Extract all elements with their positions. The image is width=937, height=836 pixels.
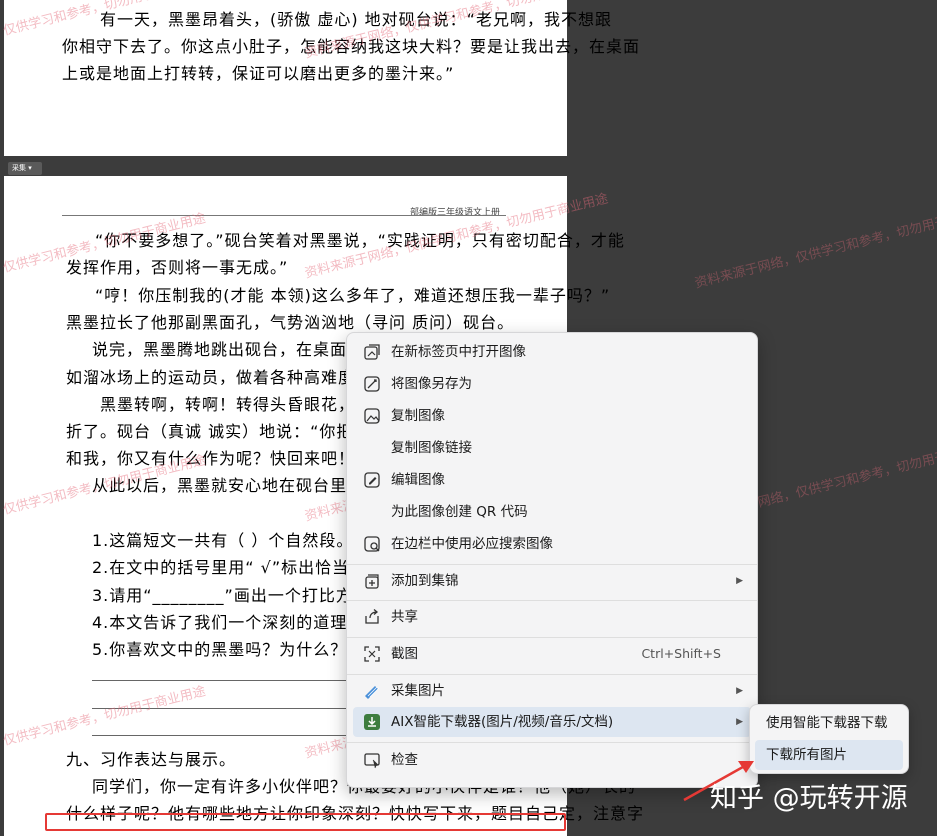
- menu-item-create-qr-code[interactable]: 为此图像创建 QR 代码: [353, 497, 751, 527]
- share-icon: [365, 609, 379, 624]
- menu-item-label: 采集图片: [391, 683, 445, 699]
- watermark-text: 资料来源于网络，仅供学习和参考，切勿用于商业用途: [693, 201, 937, 292]
- menu-item-add-to-collections[interactable]: 添加到集锦 ▶: [353, 566, 751, 596]
- menu-separator: [347, 600, 757, 601]
- menu-item-label: 检查: [391, 752, 418, 768]
- doc-line: “你不要多想了。”砚台笑着对黑墨说，“实践证明，只有密切配合，才能: [95, 231, 625, 250]
- doc-line: 有一天，黑墨昂着头，(骄傲 虚心) 地对砚台说：“老兄啊，我不想跟: [100, 10, 612, 29]
- menu-item-label: 在边栏中使用必应搜索图像: [391, 536, 553, 552]
- menu-item-label: 截图: [391, 646, 418, 662]
- aix-submenu: 使用智能下载器下载 下载所有图片: [749, 704, 909, 774]
- menu-separator: [347, 637, 757, 638]
- answer-blank-line: [92, 735, 352, 736]
- chevron-right-icon: ▶: [736, 686, 743, 696]
- collections-icon: [365, 574, 379, 589]
- menu-item-sidebar-bing-search[interactable]: 在边栏中使用必应搜索图像: [353, 529, 751, 559]
- doc-line: 黑墨拉长了他那副黑面孔，气势汹汹地（寻问 质问）砚台。: [66, 313, 515, 332]
- section-heading: 九、习作表达与展示。: [66, 750, 237, 769]
- submenu-item-download-all-images[interactable]: 下载所有图片: [755, 740, 903, 770]
- inspect-icon: [364, 753, 380, 769]
- question-line: 5.你喜欢文中的黑墨吗？为什么？: [92, 640, 348, 659]
- page-header-text: 部编版三年级语文上册: [410, 208, 501, 218]
- doc-line: 上或是地面上打转转，保证可以磨出更多的墨汁来。”: [62, 64, 455, 83]
- chevron-right-icon: ▶: [736, 717, 743, 727]
- menu-item-label: 为此图像创建 QR 代码: [391, 504, 528, 520]
- menu-item-collect-images[interactable]: 采集图片 ▶: [353, 676, 751, 706]
- collect-image-icon: [365, 686, 380, 699]
- menu-separator: [347, 564, 757, 565]
- header-rule: [62, 215, 506, 216]
- save-image-icon: [364, 376, 380, 392]
- doc-line: 发挥作用，否则将一事无成。”: [66, 258, 289, 277]
- menu-separator: [347, 674, 757, 675]
- aix-downloader-icon: [364, 714, 380, 730]
- question-line: 1.这篇短文一共有（ ）个自然段。: [92, 531, 354, 550]
- doc-line: 你相守下去了。你这点小肚子，怎能容纳我这块大料？要是让我出去，在桌面: [62, 37, 641, 56]
- menu-item-label: 共享: [391, 609, 418, 625]
- menu-item-label: 在新标签页中打开图像: [391, 344, 526, 360]
- menu-item-label: 将图像另存为: [391, 376, 472, 392]
- doc-line: “哼！你压制我的(才能 本领)这么多年了，难道还想压我一辈子吗？”: [95, 286, 611, 305]
- menu-item-copy-image-link[interactable]: 复制图像链接: [353, 433, 751, 463]
- screenshot-icon: [364, 646, 380, 662]
- menu-separator: [347, 742, 757, 743]
- answer-blank-line: [92, 680, 352, 681]
- context-menu: 在新标签页中打开图像 将图像另存为 复制图像 复制图像链接 编辑图像 为此图像创…: [346, 332, 758, 788]
- sidebar-search-icon: [364, 536, 380, 552]
- menu-item-label: 编辑图像: [391, 472, 445, 488]
- submenu-item-smart-download[interactable]: 使用智能下载器下载: [755, 708, 903, 738]
- menu-item-label: 复制图像: [391, 408, 445, 424]
- open-in-new-tab-icon: [364, 344, 380, 360]
- menu-item-shortcut: Ctrl+Shift+S: [641, 646, 721, 661]
- collect-tag-button[interactable]: 采集 ▾: [8, 162, 42, 175]
- zhihu-watermark: 知乎 @玩转开源: [710, 783, 908, 814]
- menu-item-label: AIX智能下载器(图片/视频/音乐/文档): [391, 714, 614, 730]
- copy-image-icon: [364, 408, 380, 424]
- answer-blank-line: [92, 708, 352, 709]
- menu-item-label: 添加到集锦: [391, 573, 459, 589]
- annotation-red-box: [45, 813, 566, 831]
- menu-item-save-image-as[interactable]: 将图像另存为: [353, 369, 751, 399]
- menu-item-aix-downloader[interactable]: AIX智能下载器(图片/视频/音乐/文档) ▶: [353, 707, 751, 737]
- menu-item-label: 复制图像链接: [391, 440, 472, 456]
- menu-item-copy-image[interactable]: 复制图像: [353, 401, 751, 431]
- menu-item-screenshot[interactable]: 截图 Ctrl+Shift+S: [353, 639, 751, 669]
- edit-image-icon: [364, 472, 380, 488]
- menu-item-edit-image[interactable]: 编辑图像: [353, 465, 751, 495]
- chevron-right-icon: ▶: [736, 576, 743, 586]
- menu-item-open-in-new-tab[interactable]: 在新标签页中打开图像: [353, 337, 751, 367]
- menu-item-share[interactable]: 共享: [353, 602, 751, 632]
